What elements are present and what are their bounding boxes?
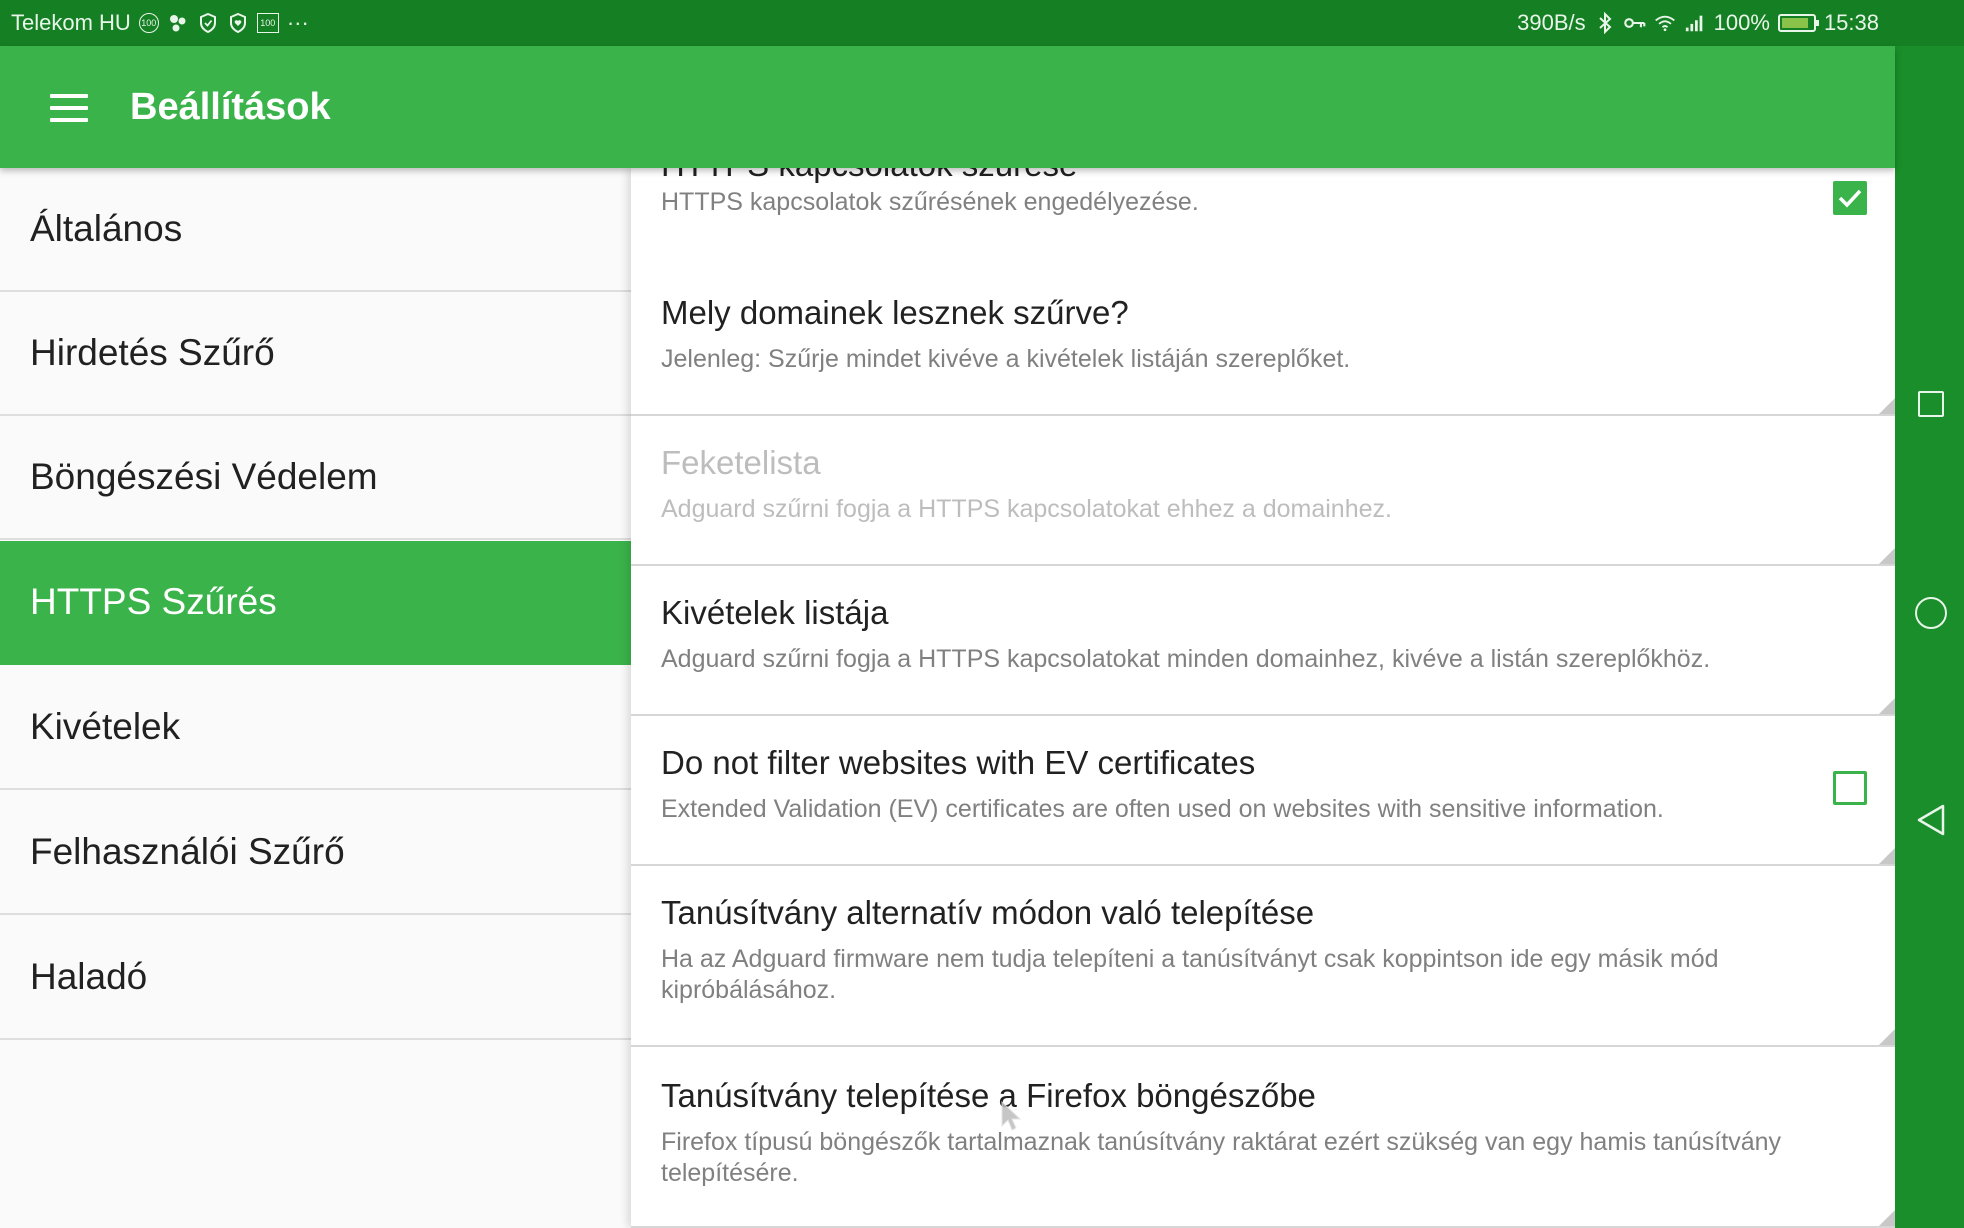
network-speed: 390B/s (1517, 10, 1586, 35)
setting-title: Do not filter websites with EV certifica… (661, 744, 1256, 781)
setting-description: Jelenleg: Szűrje mindet kivéve a kivétel… (661, 345, 1351, 373)
sidebar-item-label: Kivételek (30, 706, 181, 747)
settings-content: HTTPS kapcsolatok szűrése HTTPS kapcsola… (631, 168, 1895, 1228)
sidebar-item-label: Haladó (30, 956, 148, 997)
setting-title: HTTPS kapcsolatok szűrése (661, 168, 1077, 184)
sidebar-item-user-filter[interactable]: Felhasználói Szűrő (0, 791, 631, 915)
setting-description: Ha az Adguard firmware nem tudja telepít… (661, 945, 1719, 1004)
clock: 15:38 (1823, 10, 1879, 35)
settings-sidebar: Általános Hirdetés Szűrő Böngészési Véde… (0, 168, 631, 1228)
sidebar-item-label: Böngészési Védelem (30, 456, 378, 497)
status-bar-left: Telekom HU 100 100 ··· (11, 0, 309, 46)
sidebar-item-label: Hirdetés Szűrő (30, 332, 275, 373)
ev-certificates-checkbox[interactable] (1833, 771, 1867, 805)
vpn-key-icon (1623, 12, 1646, 34)
setting-title: Mely domainek lesznek szűrve? (661, 294, 1129, 331)
sidebar-item-ad-filter[interactable]: Hirdetés Szűrő (0, 292, 631, 416)
shield-heart-icon (227, 12, 249, 34)
setting-blacklist[interactable]: Feketelista Adguard szűrni fogja a HTTPS… (631, 416, 1895, 566)
setting-which-domains[interactable]: Mely domainek lesznek szűrve? Jelenleg: … (631, 266, 1895, 416)
setting-title: Tanúsítvány telepítése a Firefox böngész… (661, 1077, 1316, 1114)
card-corner (1879, 1210, 1895, 1226)
mouse-pointer-icon (1001, 1100, 1022, 1131)
card-corner (1879, 698, 1895, 714)
card-corner (1879, 1029, 1895, 1045)
wifi-icon (1654, 12, 1676, 34)
home-icon[interactable] (1915, 597, 1947, 629)
battery-icon (1777, 14, 1819, 32)
shield-icon (197, 12, 219, 34)
https-filtering-checkbox[interactable] (1833, 181, 1867, 215)
sidebar-item-exceptions[interactable]: Kivételek (0, 666, 631, 790)
setting-title: Feketelista (661, 444, 821, 481)
signal-icon (1684, 12, 1706, 34)
setting-ev-certificates[interactable]: Do not filter websites with EV certifica… (631, 716, 1895, 866)
data-saver-icon: 100 (138, 13, 159, 33)
sidebar-item-https-filtering[interactable]: HTTPS Szűrés (0, 541, 631, 665)
setting-description: Firefox típusú böngészők tartalmaznak ta… (661, 1128, 1782, 1187)
setting-description: Adguard szűrni fogja a HTTPS kapcsolatok… (661, 645, 1711, 673)
recent-apps-icon[interactable] (1918, 391, 1944, 417)
sidebar-item-browsing-security[interactable]: Böngészési Védelem (0, 416, 631, 540)
setting-description: HTTPS kapcsolatok szűrésének engedélyezé… (661, 188, 1199, 216)
more-notifications-icon: ··· (286, 10, 309, 35)
sidebar-item-label: HTTPS Szűrés (30, 581, 277, 622)
page-title: Beállítások (130, 86, 331, 128)
back-icon[interactable] (1915, 803, 1947, 837)
setting-title: Kivételek listája (661, 594, 889, 631)
setting-title: Tanúsítvány alternatív módon való telepí… (661, 894, 1315, 931)
setting-alt-certificate-install[interactable]: Tanúsítvány alternatív módon való telepí… (631, 866, 1895, 1047)
system-navigation-bar (1895, 46, 1964, 1228)
hotspot-icon (167, 12, 189, 34)
setting-description: Adguard szűrni fogja a HTTPS kapcsolatok… (661, 495, 1392, 523)
storage-icon: 100 (256, 13, 279, 33)
app-toolbar: Beállítások (0, 46, 1895, 168)
sidebar-item-general[interactable]: Általános (0, 168, 631, 292)
card-corner (1879, 548, 1895, 564)
card-corner (1879, 398, 1895, 414)
hamburger-menu-icon[interactable] (40, 88, 98, 130)
status-bar: Telekom HU 100 100 ··· 390B/s 100% 15:38 (0, 0, 1964, 46)
setting-description: Extended Validation (EV) certificates ar… (661, 795, 1664, 823)
carrier-name: Telekom HU (11, 10, 131, 35)
bluetooth-icon (1594, 12, 1616, 34)
card-corner (1879, 848, 1895, 864)
sidebar-item-label: Felhasználói Szűrő (30, 831, 345, 872)
setting-firefox-certificate-install[interactable]: Tanúsítvány telepítése a Firefox böngész… (631, 1047, 1895, 1228)
sidebar-item-label: Általános (30, 208, 183, 249)
sidebar-item-advanced[interactable]: Haladó (0, 916, 631, 1040)
status-bar-right: 390B/s 100% 15:38 (1517, 0, 1879, 46)
battery-percent: 100% (1713, 10, 1770, 35)
setting-exceptions-list[interactable]: Kivételek listája Adguard szűrni fogja a… (631, 566, 1895, 716)
